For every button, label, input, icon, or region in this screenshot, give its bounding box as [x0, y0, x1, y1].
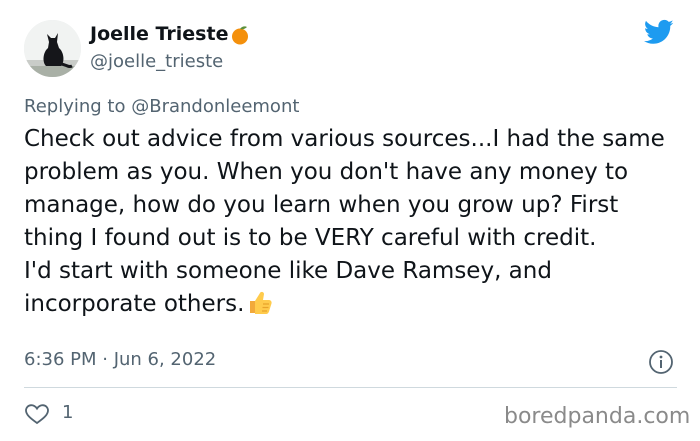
tweet-timestamp[interactable]: 6:36 PM · Jun 6, 2022	[24, 349, 216, 370]
info-icon[interactable]	[648, 349, 674, 375]
author-name[interactable]: Joelle Trieste	[90, 23, 228, 45]
orange-emoji-icon	[232, 26, 249, 45]
twitter-bird-icon[interactable]	[642, 17, 676, 47]
replying-to-mention[interactable]: @Brandonleemont	[131, 96, 299, 117]
tweet-text: Check out advice from various sources...…	[24, 123, 674, 321]
author-name-row[interactable]: Joelle Trieste	[90, 23, 250, 45]
replying-to-line: Replying to @Brandonleemont	[24, 96, 299, 117]
author-handle[interactable]: @joelle_trieste	[90, 51, 223, 72]
avatar[interactable]	[24, 20, 81, 77]
tweet-text-paragraph-1: Check out advice from various sources...…	[24, 126, 665, 251]
tweet-text-paragraph-2-text: I'd start with someone like Dave Ramsey,…	[24, 258, 552, 317]
tweet-text-paragraph-2: I'd start with someone like Dave Ramsey,…	[24, 255, 674, 321]
black-cat-avatar-image	[24, 20, 81, 77]
like-count: 1	[62, 402, 74, 423]
heart-icon[interactable]	[24, 402, 50, 426]
replying-to-prefix: Replying to	[24, 96, 126, 117]
thumbs-up-emoji-icon	[250, 291, 273, 314]
divider	[24, 387, 677, 388]
watermark: boredpanda.com	[504, 404, 691, 429]
